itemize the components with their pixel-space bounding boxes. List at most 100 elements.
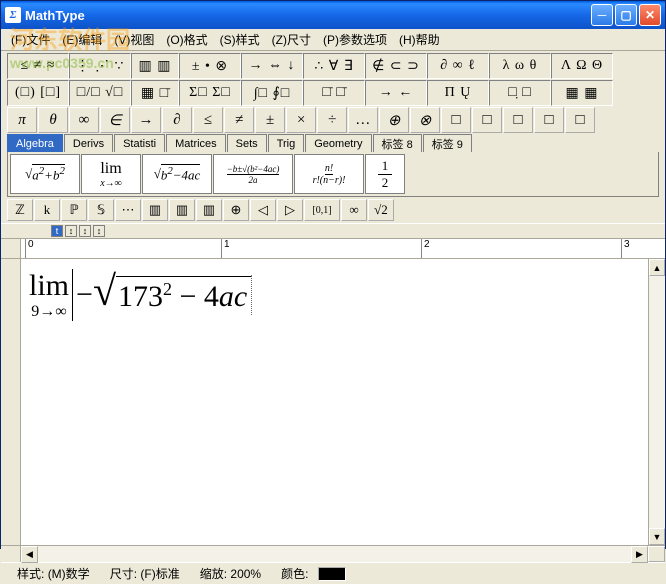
palette-dots[interactable]: ⋮ ⋰ ∵	[69, 53, 131, 79]
menu-view[interactable]: (V)视图	[108, 29, 160, 50]
palette-logic[interactable]: ∴ ∀ ∃	[303, 53, 365, 79]
palette-labeled-arrows[interactable]: → ←	[365, 80, 427, 106]
sym-pm[interactable]: ±	[255, 107, 285, 133]
sym-oplus[interactable]: ⊕	[379, 107, 409, 133]
tab-sets[interactable]: Sets	[227, 134, 267, 152]
sym-leq[interactable]: ≤	[193, 107, 223, 133]
sm-oplus[interactable]: ⊕	[223, 199, 249, 221]
tiny-1[interactable]: ↕	[65, 225, 77, 237]
tab-algebra[interactable]: Algebra	[7, 134, 63, 152]
tab-matrices[interactable]: Matrices	[166, 134, 226, 152]
resize-grip[interactable]	[648, 546, 665, 562]
sym-neq[interactable]: ≠	[224, 107, 254, 133]
palette-underbars[interactable]: □̄ □̄	[303, 80, 365, 106]
sm-cdots[interactable]: ⋯	[115, 199, 141, 221]
menu-preferences[interactable]: (P)参数选项	[317, 29, 393, 50]
menu-format[interactable]: (O)格式	[160, 29, 213, 50]
template-half[interactable]: 1 2	[365, 154, 405, 194]
sym-slot-2[interactable]: □	[472, 107, 502, 133]
menu-help[interactable]: (H)帮助	[393, 29, 446, 50]
hscroll-track[interactable]	[38, 546, 631, 562]
palette-integrals[interactable]: ∫□ ∮□	[241, 80, 303, 106]
window-title: MathType	[25, 8, 589, 23]
template-sqrt-sum[interactable]: √a2+b2	[10, 154, 80, 194]
tab-custom-9[interactable]: 标签 9	[423, 134, 472, 152]
sym-slot-3[interactable]: □	[503, 107, 533, 133]
tiny-2[interactable]: ↕	[79, 225, 91, 237]
sym-times[interactable]: ×	[286, 107, 316, 133]
sm-interval[interactable]: [0,1]	[304, 199, 340, 221]
sm-k[interactable]: k	[34, 199, 60, 221]
template-limit[interactable]: lim x→∞	[81, 154, 141, 194]
eq-lim: lim	[29, 269, 69, 303]
status-style-label: 样式:	[17, 567, 44, 581]
tab-trig[interactable]: Trig	[268, 134, 305, 152]
sm-box2[interactable]: ▥	[169, 199, 195, 221]
tab-derivs[interactable]: Derivs	[64, 134, 113, 152]
ruler-vertical	[1, 259, 21, 545]
scroll-track[interactable]	[649, 276, 665, 528]
sym-partial[interactable]: ∂	[162, 107, 192, 133]
palette-accents[interactable]: □̣ □	[489, 80, 551, 106]
menu-edit[interactable]: (E)编辑	[56, 29, 108, 50]
status-color-swatch[interactable]	[318, 567, 346, 581]
app-icon: Σ	[5, 7, 21, 23]
statusbar: 样式: (M)数学 尺寸: (F)标准 缩放: 200% 颜色:	[1, 562, 665, 584]
sm-primes[interactable]: ℙ	[61, 199, 87, 221]
sm-integers[interactable]: ℤ	[7, 199, 33, 221]
template-quadratic[interactable]: −b±√(b²−4ac) 2a	[213, 154, 293, 194]
palette-sums[interactable]: Σ□ Σ□	[179, 80, 241, 106]
tiny-t[interactable]: t	[51, 225, 63, 237]
vertical-scrollbar[interactable]: ▲ ▼	[648, 259, 665, 545]
tab-statistics[interactable]: Statisti	[114, 134, 165, 152]
template-binomial[interactable]: n! r!(n−r)!	[294, 154, 364, 194]
sym-elementof[interactable]: ∈	[100, 107, 130, 133]
sym-ellipsis[interactable]: …	[348, 107, 378, 133]
palette-fences[interactable]: (□) [□]	[7, 80, 69, 106]
template-discriminant[interactable]: √b2−4ac	[142, 154, 212, 194]
maximize-button[interactable]: ▢	[615, 4, 637, 26]
horizontal-scrollbar[interactable]: ◀ ▶	[1, 545, 665, 562]
sym-otimes[interactable]: ⊗	[410, 107, 440, 133]
palette-matrices[interactable]: ▦ ▦	[551, 80, 613, 106]
menu-file[interactable]: (F)文件	[5, 29, 56, 50]
tab-geometry[interactable]: Geometry	[305, 134, 371, 152]
tab-custom-8[interactable]: 标签 8	[373, 134, 422, 152]
sym-pi[interactable]: π	[7, 107, 37, 133]
close-button[interactable]: ✕	[639, 4, 661, 26]
palette-operators[interactable]: ± • ⊗	[179, 53, 241, 79]
sym-infinity[interactable]: ∞	[69, 107, 99, 133]
sm-set[interactable]: 𝕊	[88, 199, 114, 221]
scroll-down-button[interactable]: ▼	[649, 528, 665, 545]
sm-tri-left[interactable]: ◁	[250, 199, 276, 221]
sm-box3[interactable]: ▥	[196, 199, 222, 221]
sm-sqrt2[interactable]: √2	[368, 199, 394, 221]
sym-slot-4[interactable]: □	[534, 107, 564, 133]
palette-overbars[interactable]: ▦ □̄	[131, 80, 179, 106]
sm-box1[interactable]: ▥	[142, 199, 168, 221]
equation-canvas[interactable]: lim 9→∞ − √ 1732 − 4ac	[21, 259, 648, 545]
tiny-3[interactable]: ↕	[93, 225, 105, 237]
sym-div[interactable]: ÷	[317, 107, 347, 133]
scroll-up-button[interactable]: ▲	[649, 259, 665, 276]
sm-infty[interactable]: ∞	[341, 199, 367, 221]
menu-style[interactable]: (S)样式	[214, 29, 266, 50]
sym-arrow[interactable]: →	[131, 107, 161, 133]
menubar: (F)文件 (E)编辑 (V)视图 (O)格式 (S)样式 (Z)尺寸 (P)参…	[1, 29, 665, 51]
palette-misc[interactable]: ∂ ∞ ℓ	[427, 53, 489, 79]
palette-greek-upper[interactable]: Λ Ω Θ	[551, 53, 613, 79]
minimize-button[interactable]: ─	[591, 4, 613, 26]
palette-settheory[interactable]: ∉ ⊂ ⊃	[365, 53, 427, 79]
sym-slot-5[interactable]: □	[565, 107, 595, 133]
palette-spaces[interactable]: ▥ ▥	[131, 53, 179, 79]
palette-fractions[interactable]: □/□ √□	[69, 80, 131, 106]
sym-slot-1[interactable]: □	[441, 107, 471, 133]
palette-products[interactable]: Π Ų	[427, 80, 489, 106]
palette-arrows[interactable]: → ⇔ ↓	[241, 53, 303, 79]
menu-size[interactable]: (Z)尺寸	[266, 29, 317, 50]
sm-tri-right[interactable]: ▷	[277, 199, 303, 221]
sym-theta[interactable]: θ	[38, 107, 68, 133]
eq-radicand: 1732 − 4ac	[116, 276, 251, 314]
palette-greek-lower[interactable]: λ ω θ	[489, 53, 551, 79]
palette-relational[interactable]: ≤ ≠ ≈	[7, 53, 69, 79]
